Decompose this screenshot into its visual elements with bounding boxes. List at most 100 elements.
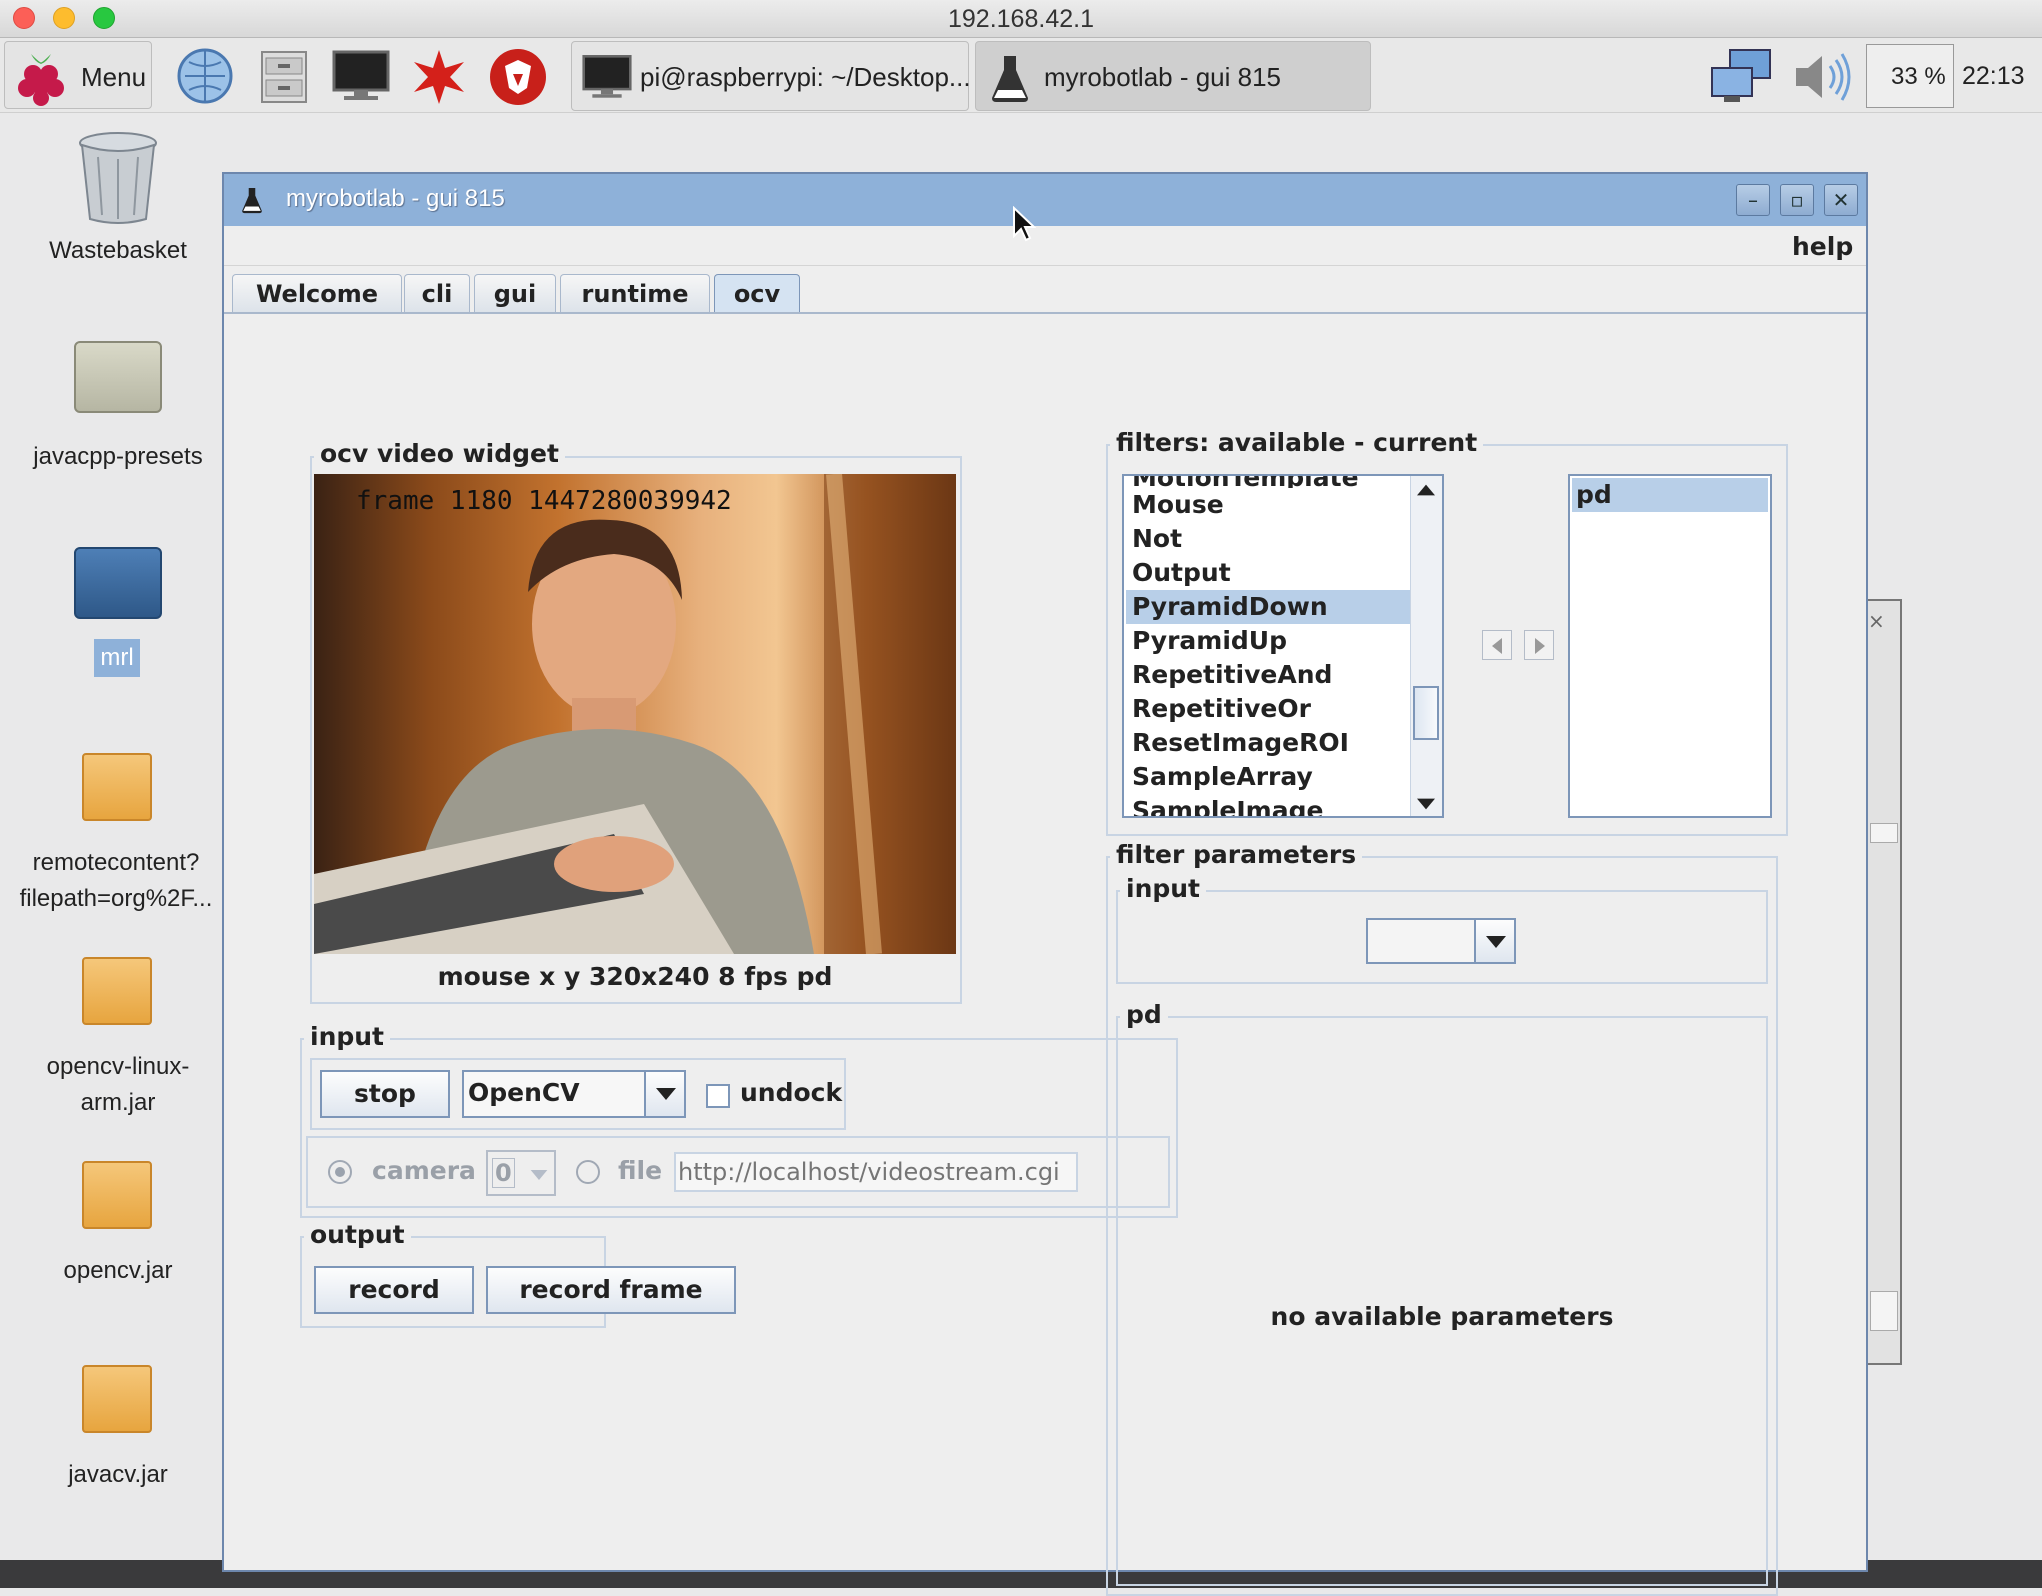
menu-bar: help: [224, 226, 1866, 266]
filter-item-resetimageroi[interactable]: ResetImageROI: [1126, 726, 1440, 760]
remotecontent-label-1[interactable]: remotecontent?: [6, 845, 226, 881]
cpu-usage: 33 %: [1891, 63, 1946, 90]
task-terminal-button[interactable]: pi@raspberrypi: ~/Desktop...: [571, 41, 971, 111]
javacv-jar-label[interactable]: javacv.jar: [8, 1457, 228, 1493]
menu-label: Menu: [81, 62, 147, 92]
wolfram-icon[interactable]: [410, 48, 468, 106]
folder-icon[interactable]: [74, 547, 162, 619]
filter-item-repetitiveand[interactable]: RepetitiveAnd: [1126, 658, 1440, 692]
remotecontent-label-2[interactable]: filepath=org%2F...: [6, 881, 226, 917]
input-group-title: input: [304, 1022, 391, 1052]
camera-label: camera: [372, 1156, 476, 1185]
menu-button[interactable]: Menu: [4, 41, 152, 109]
filters-scrollbar[interactable]: [1410, 476, 1442, 816]
raspberry-icon: [18, 54, 64, 106]
maximize-button[interactable]: ▫: [1780, 184, 1814, 216]
scrollbar-divider: [1442, 476, 1444, 816]
wastebasket-icon[interactable]: [76, 127, 160, 227]
tab-runtime[interactable]: runtime: [560, 274, 710, 312]
filter-item-samplearray[interactable]: SampleArray: [1126, 760, 1440, 794]
list-item-partial[interactable]: MotionTemplate: [1126, 476, 1440, 488]
chevron-down-icon[interactable]: [1474, 920, 1514, 962]
package-icon[interactable]: [82, 957, 152, 1025]
package-icon[interactable]: [82, 1161, 152, 1229]
myrobotlab-window: myrobotlab - gui 815 – ▫ ✕ help Welcome …: [222, 172, 1868, 1596]
package-icon[interactable]: [82, 1365, 152, 1433]
stop-button[interactable]: stop: [320, 1070, 450, 1118]
filter-item-repetitiveor[interactable]: RepetitiveOr: [1126, 692, 1440, 726]
opencv-linux-label-2[interactable]: arm.jar: [8, 1085, 228, 1121]
tab-divider: [224, 312, 1866, 314]
add-filter-button[interactable]: [1524, 630, 1554, 660]
scroll-up-icon[interactable]: [1417, 484, 1435, 496]
tab-welcome[interactable]: Welcome: [232, 274, 402, 312]
video-frame[interactable]: frame 1180 1447280039942: [314, 474, 956, 954]
window-titlebar[interactable]: myrobotlab - gui 815 – ▫ ✕: [224, 174, 1866, 226]
task-mrl-button[interactable]: myrobotlab - gui 815: [975, 41, 1371, 111]
file-manager-icon[interactable]: [258, 48, 310, 106]
camera-frame-image: [314, 474, 956, 954]
close-icon[interactable]: ×: [1868, 609, 1885, 633]
opencv-linux-label-1[interactable]: opencv-linux-: [8, 1049, 228, 1085]
undock-checkbox[interactable]: [706, 1084, 730, 1108]
record-frame-button[interactable]: record frame: [486, 1266, 736, 1314]
help-menu[interactable]: help: [1792, 232, 1853, 261]
terminal-icon: [582, 55, 632, 98]
filter-item-sampleimage[interactable]: SampleImage: [1126, 794, 1440, 816]
current-filter-item[interactable]: pd: [1572, 478, 1768, 512]
param-input-title: input: [1120, 874, 1207, 904]
package-icon[interactable]: [82, 753, 152, 821]
clock[interactable]: 22:13: [1962, 62, 2025, 91]
wastebasket-label[interactable]: Wastebasket: [8, 233, 228, 269]
video-widget-title: ocv video widget: [314, 439, 565, 469]
terminal-icon[interactable]: [332, 50, 390, 102]
camera-radio[interactable]: [328, 1160, 352, 1184]
filter-item-mouse[interactable]: Mouse: [1126, 488, 1440, 522]
remove-filter-button[interactable]: [1482, 630, 1512, 660]
grabber-select[interactable]: OpenCV: [462, 1070, 686, 1118]
camera-index-value: 0: [492, 1158, 515, 1188]
filter-item-pyramiddown[interactable]: PyramidDown: [1126, 590, 1440, 624]
tab-cli[interactable]: cli: [404, 274, 470, 312]
network-icon[interactable]: [1710, 48, 1774, 106]
filter-item-output[interactable]: Output: [1126, 556, 1440, 590]
javacpp-presets-label[interactable]: javacpp-presets: [8, 439, 228, 475]
scroll-up-icon[interactable]: [1870, 823, 1898, 843]
mathematica-icon[interactable]: [487, 46, 549, 108]
host-title: 192.168.42.1: [948, 5, 1094, 33]
web-browser-icon[interactable]: [175, 46, 235, 106]
mrl-label[interactable]: mrl: [94, 639, 140, 677]
minimize-button[interactable]: –: [1736, 184, 1770, 216]
folder-icon[interactable]: [74, 341, 162, 413]
file-url-input[interactable]: [674, 1152, 1078, 1192]
param-input-select[interactable]: [1366, 918, 1516, 964]
file-radio[interactable]: [576, 1160, 600, 1184]
task-mrl-label: myrobotlab - gui 815: [1044, 62, 1282, 92]
tab-ocv[interactable]: ocv: [714, 274, 800, 312]
window-title: myrobotlab - gui 815: [286, 185, 505, 212]
video-status: mouse x y 320x240 8 fps pd: [437, 962, 833, 991]
volume-icon[interactable]: [1792, 50, 1854, 104]
mouse-cursor-icon: [1013, 206, 1036, 242]
scroll-down-icon[interactable]: [1417, 798, 1435, 810]
current-filters-list[interactable]: pd: [1568, 474, 1772, 818]
filter-item-pyramidup[interactable]: PyramidUp: [1126, 624, 1440, 658]
close-button[interactable]: ✕: [1824, 184, 1858, 216]
frame-overlay: frame 1180 1447280039942: [356, 486, 732, 516]
background-window: ×: [1866, 599, 1902, 1365]
flask-icon: [992, 56, 1028, 102]
output-group-title: output: [304, 1220, 411, 1250]
scroll-thumb[interactable]: [1413, 686, 1439, 740]
camera-index-select[interactable]: 0: [486, 1150, 556, 1196]
opencv-jar-label[interactable]: opencv.jar: [8, 1253, 228, 1289]
filter-parameters-title: filter parameters: [1110, 840, 1363, 870]
record-button[interactable]: record: [314, 1266, 474, 1314]
scroll-thumb[interactable]: [1870, 1291, 1898, 1331]
chevron-down-icon[interactable]: [644, 1072, 684, 1116]
pd-params-title: pd: [1120, 1000, 1168, 1030]
tab-gui[interactable]: gui: [474, 274, 556, 312]
filter-item-not[interactable]: Not: [1126, 522, 1440, 556]
available-filters-list[interactable]: MotionTemplate Mouse Not Output PyramidD…: [1122, 474, 1444, 818]
arrow-right-icon: [1535, 638, 1545, 654]
filters-group-title: filters: available - current: [1110, 428, 1484, 458]
